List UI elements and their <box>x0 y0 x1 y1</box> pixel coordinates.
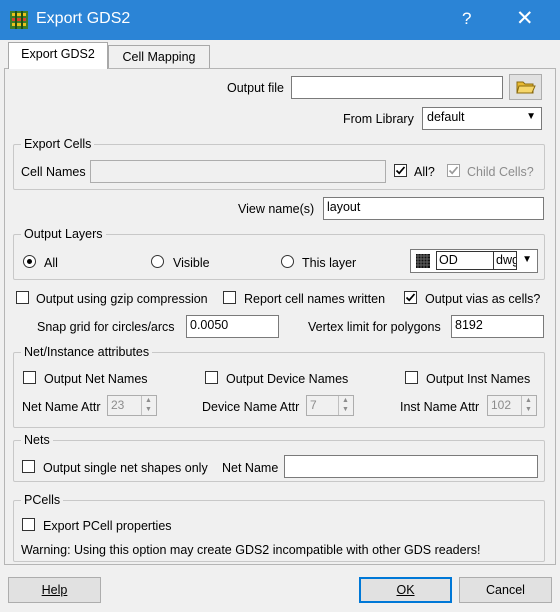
net-name-attr-value: 23 <box>111 398 125 412</box>
layers-visible-radio[interactable] <box>151 255 164 268</box>
child-cells-checkbox[interactable] <box>447 164 460 177</box>
nets-title: Nets <box>21 433 53 447</box>
net-name-attr-label: Net Name Attr <box>22 400 101 414</box>
spin-down-icon: ▼ <box>525 406 532 413</box>
output-device-names-checkbox[interactable] <box>205 371 218 384</box>
window-title: Export GDS2 <box>36 10 131 27</box>
vertex-limit-input[interactable]: 8192 <box>451 315 544 338</box>
from-library-value: default <box>427 110 465 124</box>
layers-this-label: This layer <box>302 256 357 270</box>
net-name-input[interactable] <box>284 455 538 478</box>
snap-grid-label: Snap grid for circles/arcs <box>37 320 175 334</box>
layer-name: OD <box>436 251 494 270</box>
vias-as-cells-label: Output vias as cells? <box>425 292 541 306</box>
vias-as-cells-checkbox[interactable] <box>404 291 417 304</box>
ok-button[interactable]: OK <box>359 577 452 603</box>
tab-cell-mapping[interactable]: Cell Mapping <box>108 45 210 69</box>
vertex-limit-label: Vertex limit for polygons <box>308 320 441 334</box>
export-pcell-label: Export PCell properties <box>43 519 172 533</box>
net-instance-group <box>13 352 545 428</box>
spin-down-icon: ▼ <box>145 406 152 413</box>
tab-export-gds2[interactable]: Export GDS2 <box>8 42 108 69</box>
check-icon <box>395 166 406 175</box>
cell-names-input[interactable] <box>90 160 386 183</box>
gzip-label: Output using gzip compression <box>36 292 208 306</box>
output-net-names-checkbox[interactable] <box>23 371 36 384</box>
device-name-attr-label: Device Name Attr <box>202 400 300 414</box>
layers-visible-label: Visible <box>173 256 210 270</box>
output-layers-title: Output Layers <box>21 227 106 241</box>
layer-pattern-icon <box>416 254 430 268</box>
output-device-names-label: Output Device Names <box>226 372 349 386</box>
title-bar: Export GDS2 ? ✕ <box>0 0 560 40</box>
from-library-label: From Library <box>343 112 414 126</box>
output-inst-names-label: Output Inst Names <box>426 372 531 386</box>
help-icon[interactable]: ? <box>462 9 471 29</box>
device-name-attr-spinner[interactable]: 7 ▲ ▼ <box>306 395 354 416</box>
view-name-input[interactable]: layout <box>323 197 544 220</box>
output-file-input[interactable] <box>291 76 503 99</box>
pcells-title: PCells <box>21 493 64 507</box>
child-cells-label: Child Cells? <box>467 165 534 179</box>
net-name-attr-spinner[interactable]: 23 ▲ ▼ <box>107 395 157 416</box>
view-name-label: View name(s) <box>238 202 315 216</box>
spin-up-icon: ▲ <box>342 397 349 404</box>
all-cells-checkbox[interactable] <box>394 164 407 177</box>
export-pcell-checkbox[interactable] <box>22 518 35 531</box>
output-inst-names-checkbox[interactable] <box>405 371 418 384</box>
layer-select[interactable]: OD dwg ▼ <box>410 249 538 273</box>
browse-button[interactable] <box>509 74 542 100</box>
report-names-checkbox[interactable] <box>223 291 236 304</box>
check-icon <box>448 166 459 175</box>
chevron-down-icon: ▼ <box>522 254 532 265</box>
pcells-warning: Warning: Using this option may create GD… <box>21 543 481 557</box>
inst-name-attr-label: Inst Name Attr <box>400 400 480 414</box>
layer-purpose: dwg <box>493 251 517 270</box>
output-net-names-label: Output Net Names <box>44 372 148 386</box>
folder-open-icon <box>516 81 536 94</box>
net-instance-title: Net/Instance attributes <box>21 345 153 359</box>
help-button-label: Help <box>41 583 68 597</box>
chevron-down-icon: ▼ <box>526 111 536 122</box>
app-icon <box>10 11 28 29</box>
all-cells-label: All? <box>414 165 435 179</box>
single-net-checkbox[interactable] <box>22 460 35 473</box>
net-name-label: Net Name <box>222 461 279 475</box>
help-button[interactable]: Help <box>8 577 101 603</box>
layers-all-label: All <box>44 256 58 270</box>
cancel-button-label: Cancel <box>486 583 525 597</box>
layers-this-radio[interactable] <box>281 255 294 268</box>
ok-button-label: OK <box>396 583 415 597</box>
spin-down-icon: ▼ <box>342 406 349 413</box>
layers-all-radio[interactable] <box>23 255 36 268</box>
inst-name-attr-value: 102 <box>491 398 512 412</box>
gzip-checkbox[interactable] <box>16 291 29 304</box>
check-icon <box>405 293 416 302</box>
from-library-select[interactable]: default ▼ <box>422 107 542 130</box>
snap-grid-input[interactable]: 0.0050 <box>186 315 279 338</box>
spin-up-icon: ▲ <box>145 397 152 404</box>
device-name-attr-value: 7 <box>310 398 317 412</box>
spin-up-icon: ▲ <box>525 397 532 404</box>
cancel-button[interactable]: Cancel <box>459 577 552 603</box>
inst-name-attr-spinner[interactable]: 102 ▲ ▼ <box>487 395 537 416</box>
close-icon[interactable]: ✕ <box>516 6 534 31</box>
cell-names-label: Cell Names <box>21 165 86 179</box>
export-cells-title: Export Cells <box>21 137 95 151</box>
report-names-label: Report cell names written <box>244 292 386 306</box>
output-file-label: Output file <box>227 81 284 95</box>
single-net-label: Output single net shapes only <box>43 461 208 475</box>
